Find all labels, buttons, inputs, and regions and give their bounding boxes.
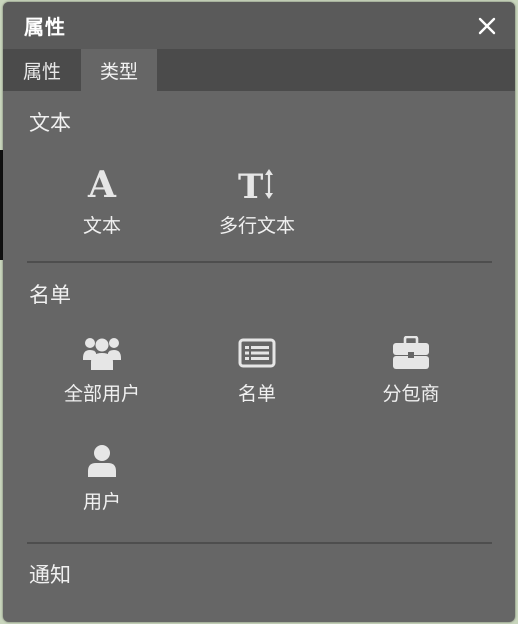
type-item-multiline-text[interactable]: T 多行文本 — [197, 163, 317, 238]
tab-bar: 属性 类型 — [3, 49, 515, 91]
section-title-list: 名单 — [29, 283, 71, 307]
type-item-text[interactable]: A 文本 — [42, 163, 162, 238]
type-item-subcontractor[interactable]: 分包商 — [351, 331, 471, 406]
type-item-label: 全部用户 — [63, 383, 140, 405]
type-item-label: 分包商 — [382, 383, 440, 405]
type-item-all-users[interactable]: 全部用户 — [42, 331, 162, 406]
multiline-text-icon: T — [237, 163, 277, 207]
type-item-user[interactable]: 用户 — [42, 439, 162, 514]
properties-dialog: 属性 属性 类型 文本 A 文本 T 多行文本 名单 全部用户 名单 分包商 用… — [3, 2, 515, 622]
tab-type[interactable]: 类型 — [81, 49, 157, 91]
close-icon — [478, 17, 496, 34]
user-icon — [86, 439, 118, 483]
section-divider — [27, 542, 492, 544]
list-icon — [238, 331, 276, 375]
users-group-icon — [82, 331, 122, 375]
type-item-label: 用户 — [82, 491, 121, 513]
type-item-label: 多行文本 — [218, 215, 295, 237]
section-title-text: 文本 — [29, 111, 71, 135]
tab-properties[interactable]: 属性 — [3, 49, 81, 91]
tab-type-label: 类型 — [99, 60, 138, 83]
close-button[interactable] — [473, 12, 501, 40]
section-divider — [27, 261, 492, 263]
dialog-title: 属性 — [24, 15, 66, 39]
dialog-titlebar: 属性 — [3, 2, 515, 49]
type-item-label: 文本 — [82, 215, 121, 237]
tab-properties-label: 属性 — [22, 60, 61, 83]
text-icon: A — [88, 164, 116, 206]
type-item-list[interactable]: 名单 — [197, 331, 317, 406]
section-title-notifications: 通知 — [29, 563, 71, 587]
briefcase-icon — [392, 331, 430, 375]
type-item-label: 名单 — [237, 383, 276, 405]
svg-text:T: T — [238, 167, 263, 205]
